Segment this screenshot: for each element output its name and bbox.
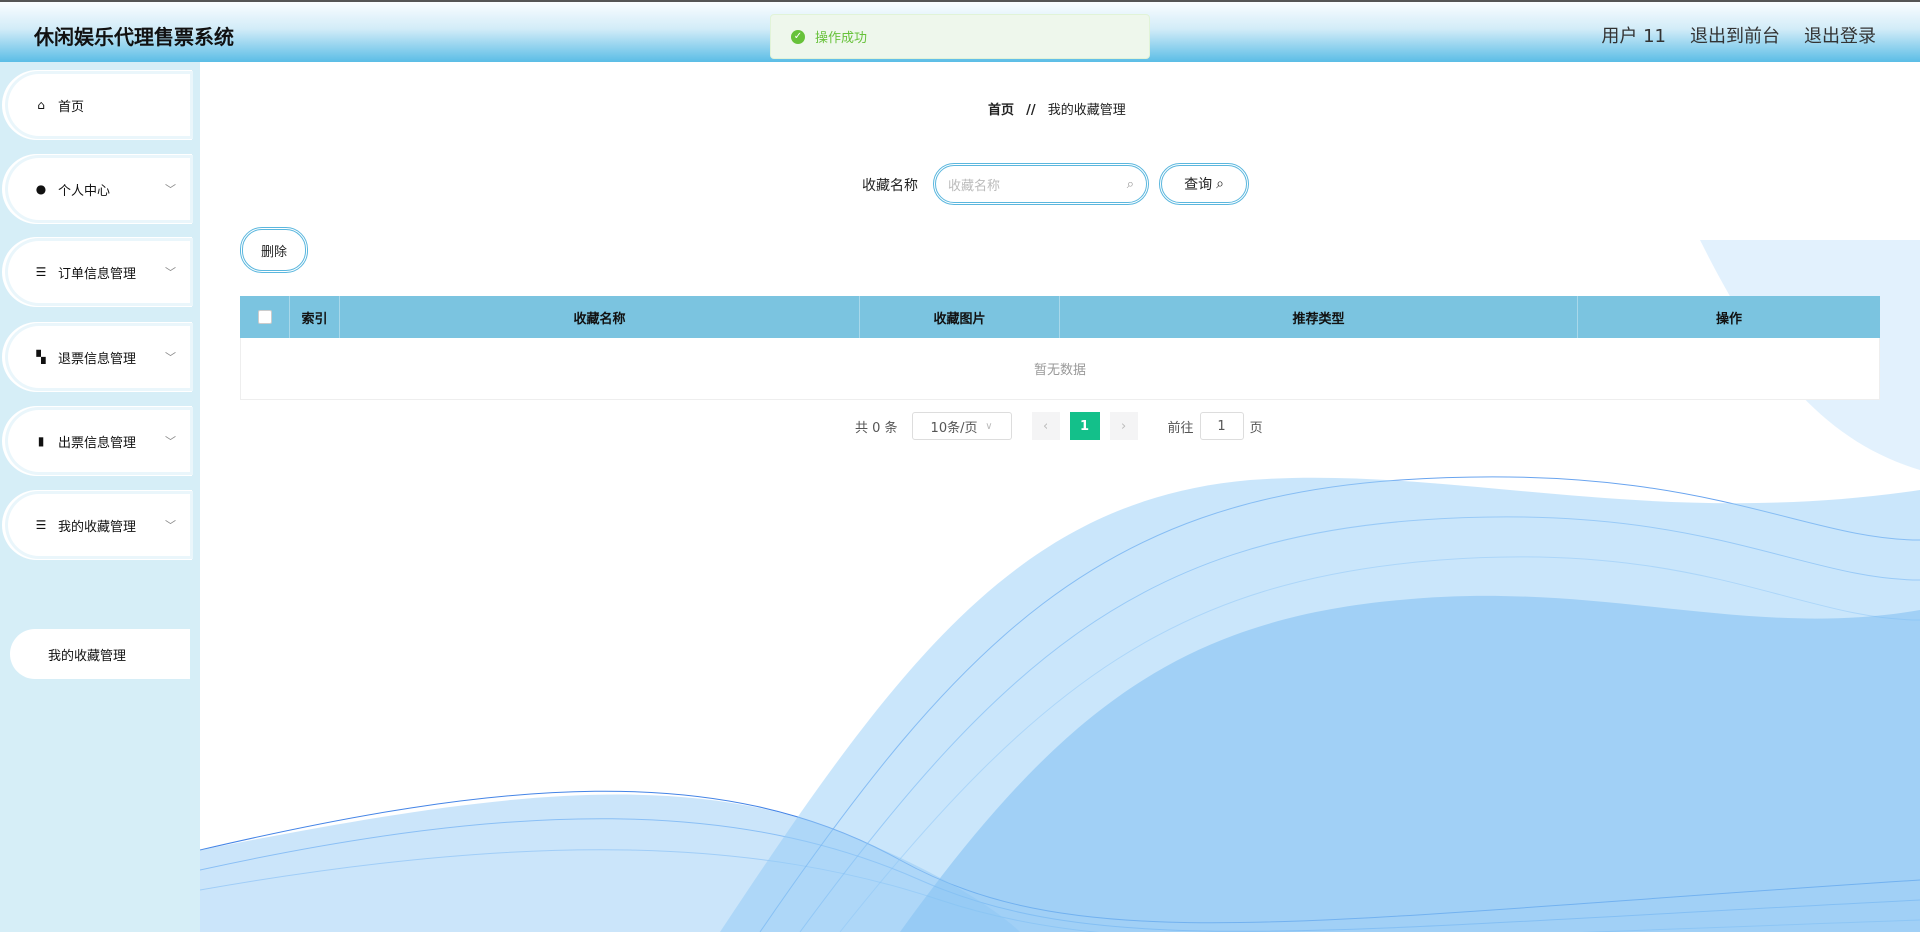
total-count: 共 0 条 [855,420,898,436]
logout-link[interactable]: 退出登录 [1804,22,1876,48]
user-icon: ● [35,182,47,196]
breadcrumb-home[interactable]: 首页 [988,103,1014,118]
search-placeholder: 收藏名称 [948,178,1001,194]
sidebar-item-label: 订单信息管理 [58,266,137,282]
home-icon: ⌂ [37,98,45,112]
select-all-checkbox[interactable] [257,310,272,324]
sidebar: ⌂ 首页 ● 个人中心 ﹀ ☰ 订单信息管理 ﹀ ▚ 退票信息管理 ﹀ ▮ 出票信息管理 ﹀ ☰ 我… [0,62,200,932]
sidebar-item-label: 个人中心 [58,183,111,199]
empty-state: 暂无数据 [240,338,1880,400]
chevron-left-icon: ‹ [1042,418,1049,434]
table-header: 索引 收藏名称 收藏图片 推荐类型 操作 [240,296,1880,338]
pagination: 共 0 条 10条/页 ∨ ‹ 1 › 前往 1 页 [855,412,1263,440]
breadcrumb-separator: // [1026,103,1036,118]
list-icon: ☰ [35,265,47,279]
column-header: 操作 [1715,311,1742,327]
search-icon: ⌕ [1216,176,1224,192]
chevron-right-icon: › [1120,418,1127,434]
sidebar-item-label: 退票信息管理 [58,351,137,367]
column-header: 索引 [290,296,340,338]
check-circle-icon: ✓ [791,29,805,44]
page-1-button[interactable]: 1 [1069,412,1100,440]
username: 用户 11 [1601,26,1666,47]
search-input[interactable]: 收藏名称 ⌕ [933,163,1149,205]
menu-icon: ☰ [35,518,47,532]
sidebar-item-label: 首页 [58,99,85,115]
page-unit-label: 页 [1249,420,1263,436]
page-size-value: 10条/页 [930,420,978,436]
sidebar-subitem-favorites[interactable]: 我的收藏管理 [10,629,190,679]
sidebar-item-orders[interactable]: ☰ 订单信息管理 ﹀ [8,241,190,303]
breadcrumb-current: 我的收藏管理 [1047,103,1126,118]
breadcrumb: 首页 // 我的收藏管理 [988,99,1126,118]
chevron-down-icon: ﹀ [165,183,176,196]
query-button[interactable]: 查询 ⌕ [1159,163,1249,205]
sidebar-item-favorites[interactable]: ☰ 我的收藏管理 ﹀ [8,494,190,556]
ticket-icon: ▚ [36,350,46,364]
goto-page-input[interactable]: 1 [1199,412,1244,440]
chevron-down-icon: ﹀ [165,351,176,364]
chevron-down-icon: ﹀ [165,519,176,532]
sidebar-item-issuance[interactable]: ▮ 出票信息管理 ﹀ [8,410,190,472]
chevron-down-icon: ﹀ [165,266,176,279]
search-icon: ⌕ [1126,176,1134,192]
app-title: 休闲娱乐代理售票系统 [34,25,234,49]
favorites-table: 索引 收藏名称 收藏图片 推荐类型 操作 暂无数据 [240,296,1880,400]
book-icon: ▮ [37,434,45,448]
next-page-button[interactable]: › [1109,412,1138,440]
search-label: 收藏名称 [862,178,918,194]
sidebar-item-home[interactable]: ⌂ 首页 [8,74,190,136]
sidebar-item-refunds[interactable]: ▚ 退票信息管理 ﹀ [8,326,190,388]
sidebar-item-label: 出票信息管理 [58,435,137,451]
select-all-cell [240,296,290,338]
column-header: 推荐类型 [1060,296,1578,338]
chevron-down-icon: ∨ [985,420,993,432]
prev-page-button[interactable]: ‹ [1031,412,1060,440]
column-header: 收藏图片 [860,296,1060,338]
column-header: 收藏名称 [340,296,860,338]
toast-message: 操作成功 [815,31,868,46]
header: 休闲娱乐代理售票系统 ✓ 操作成功 用户 11 退出到前台 退出登录 [0,0,1920,62]
chevron-down-icon: ﹀ [165,435,176,448]
to-front-link[interactable]: 退出到前台 [1690,22,1780,48]
sidebar-item-label: 我的收藏管理 [58,519,137,535]
query-button-label: 查询 [1184,177,1213,193]
page-size-select[interactable]: 10条/页 ∨ [911,412,1012,440]
goto-label: 前往 [1167,420,1194,436]
success-toast: ✓ 操作成功 [770,14,1150,59]
sidebar-item-personal-center[interactable]: ● 个人中心 ﹀ [8,158,190,220]
delete-button[interactable]: 删除 [240,227,308,273]
